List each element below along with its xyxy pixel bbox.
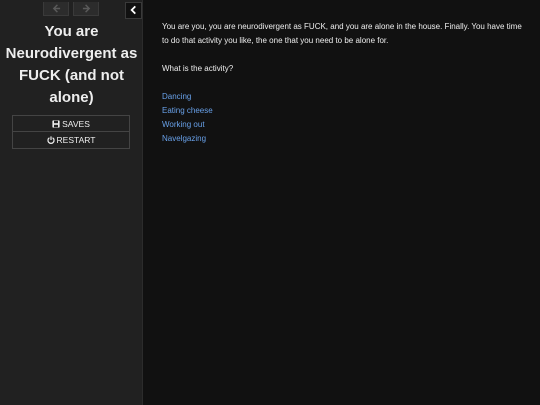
list-item: Working out <box>162 118 522 132</box>
choice-working-out-link[interactable]: Working out <box>162 120 205 129</box>
sidebar-collapse-button[interactable] <box>125 2 142 19</box>
passage-question: What is the activity? <box>162 64 234 73</box>
restart-button[interactable]: RESTART <box>12 132 130 149</box>
restart-label: RESTART <box>56 135 96 145</box>
story-title: You are Neurodivergent as FUCK (and not … <box>5 23 138 106</box>
history-forward-button[interactable] <box>73 2 99 16</box>
saves-label: SAVES <box>62 118 90 129</box>
list-item: Navelgazing <box>162 132 522 146</box>
choice-eating-cheese-link[interactable]: Eating cheese <box>162 106 213 115</box>
arrow-right-icon <box>82 4 91 13</box>
story-app: You are Neurodivergent as FUCK (and not … <box>0 0 540 405</box>
chevron-left-icon <box>129 2 138 20</box>
passage: You are you, you are neurodivergent as F… <box>162 20 522 146</box>
saves-button[interactable]: SAVES <box>12 115 130 132</box>
list-item: Dancing <box>162 90 522 104</box>
power-icon <box>46 136 55 144</box>
list-item: Eating cheese <box>162 104 522 118</box>
passage-intro: You are you, you are neurodivergent as F… <box>162 22 522 45</box>
choice-navelgazing-link[interactable]: Navelgazing <box>162 134 206 143</box>
sidebar: You are Neurodivergent as FUCK (and not … <box>0 0 143 405</box>
history-back-button[interactable] <box>43 2 69 16</box>
choice-list: Dancing Eating cheese Working out Navelg… <box>162 90 522 146</box>
story-menu: SAVES RESTART <box>12 115 130 149</box>
arrow-left-icon <box>52 4 61 13</box>
history-controls <box>43 2 99 16</box>
floppy-disk-icon <box>52 119 60 128</box>
choice-dancing-link[interactable]: Dancing <box>162 92 191 101</box>
